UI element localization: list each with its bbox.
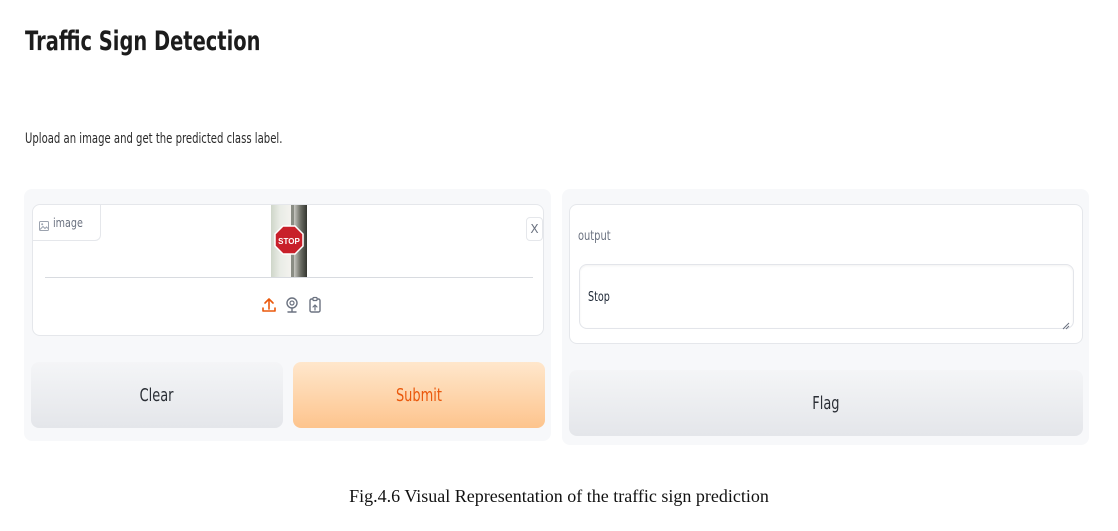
flag-button[interactable]: Flag <box>569 370 1083 436</box>
output-textbox[interactable]: Stop <box>579 264 1074 330</box>
stop-sign-text: STOP <box>278 237 300 246</box>
image-label-badge: image <box>33 205 102 241</box>
upload-icon[interactable] <box>261 296 277 314</box>
image-source-toolbar <box>261 296 323 314</box>
clipboard-icon[interactable] <box>307 296 323 314</box>
output-label: output <box>578 229 611 244</box>
page-description: Upload an image and get the predicted cl… <box>25 131 283 147</box>
page-title: Traffic Sign Detection <box>25 26 261 57</box>
image-label-text: image <box>53 215 83 230</box>
clear-button[interactable]: Clear <box>31 362 283 428</box>
submit-button-label: Submit <box>396 384 442 406</box>
submit-button[interactable]: Submit <box>293 362 545 428</box>
remove-image-button[interactable]: X <box>526 217 543 241</box>
resize-handle-icon[interactable] <box>1062 317 1070 330</box>
clear-button-label: Clear <box>140 384 174 406</box>
output-container: output Stop <box>569 204 1083 344</box>
output-value: Stop <box>588 290 610 305</box>
uploaded-image-preview: STOP <box>271 205 307 277</box>
webcam-icon[interactable] <box>284 296 300 314</box>
image-divider <box>45 277 533 278</box>
figure-caption: Fig.4.6 Visual Representation of the tra… <box>349 486 769 506</box>
image-icon <box>39 218 49 231</box>
image-upload-area[interactable]: image STOP X <box>32 204 544 336</box>
flag-button-label: Flag <box>812 392 840 414</box>
